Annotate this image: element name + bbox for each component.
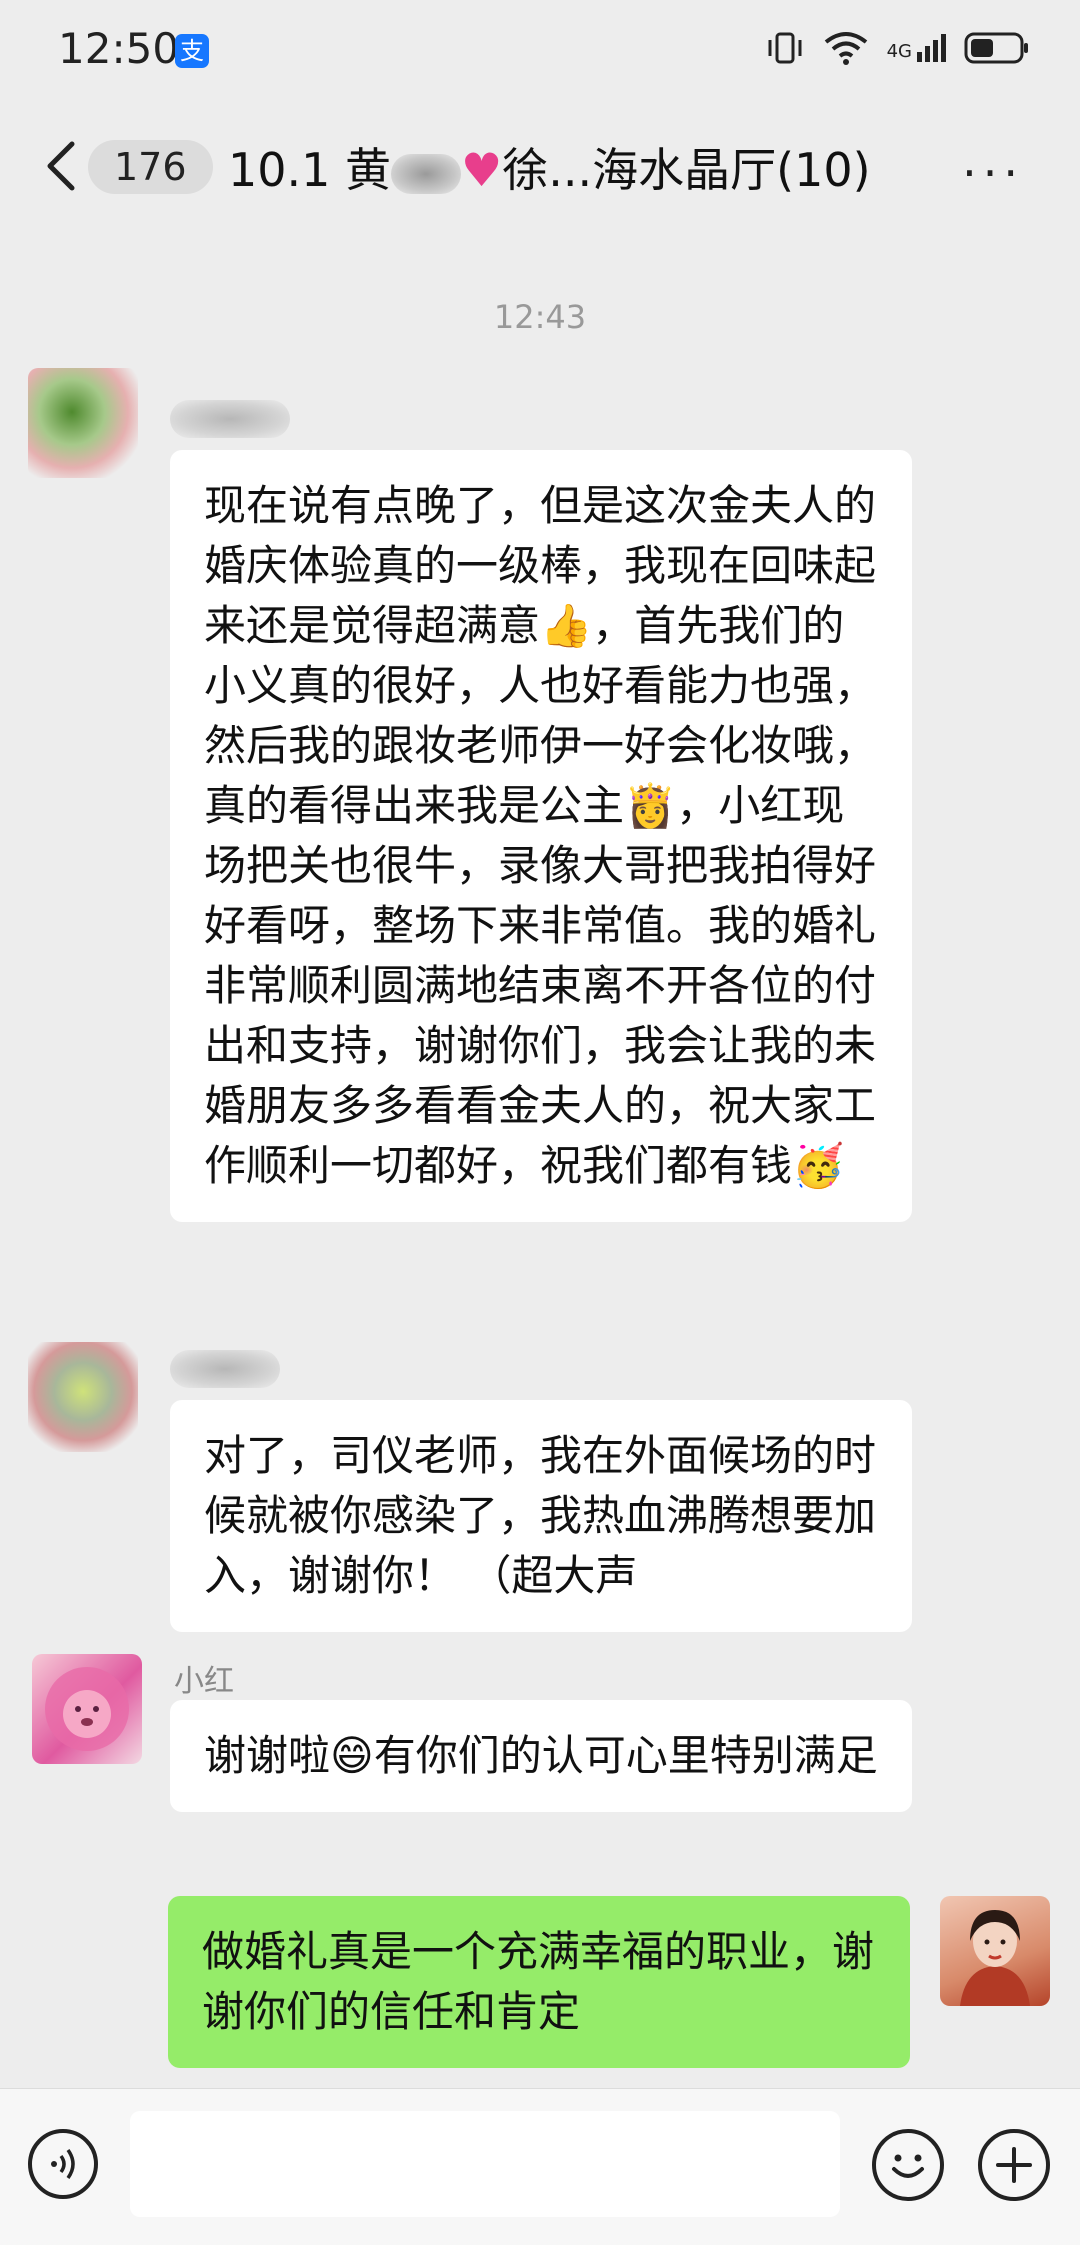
emoji-icon[interactable] — [872, 2129, 944, 2201]
avatar[interactable] — [32, 1654, 142, 1764]
wifi-icon — [824, 32, 867, 65]
input-bar — [0, 2088, 1080, 2245]
pink-heart-icon: ♥ — [461, 143, 503, 197]
my-avatar[interactable] — [940, 1896, 1050, 2006]
status-icons: 4G — [765, 28, 1030, 68]
message-bubble: 现在说有点晚了，但是这次金夫人的婚庆体验真的一级棒，我现在回味起来还是觉得超满意… — [170, 450, 912, 1222]
sender-name: 小红 — [174, 1664, 234, 1699]
plus-icon[interactable] — [978, 2129, 1050, 2201]
unread-count-badge[interactable]: 176 — [88, 140, 213, 194]
chat-title: 10.1 黄 ♥徐...海水晶厅(10) — [228, 134, 871, 200]
message-input[interactable] — [130, 2111, 840, 2217]
status-bar: 12:50 支 4G — [0, 0, 1080, 100]
voice-icon[interactable] — [28, 2129, 98, 2199]
lion-icon — [45, 1667, 129, 1751]
more-options-icon[interactable]: ··· — [962, 146, 1024, 200]
status-time: 12:50 — [58, 24, 180, 73]
message-bubble: 谢谢啦😄有你们的认可心里特别满足 — [170, 1700, 912, 1812]
chat-title-suffix: 徐...海水晶厅(10) — [502, 143, 871, 197]
avatar[interactable] — [28, 368, 138, 478]
message-bubble: 对了，司仪老师，我在外面候场的时候就被你感染了，我热血沸腾想要加入，谢谢你！ （… — [170, 1400, 912, 1632]
blurred-sender-name — [170, 400, 290, 438]
network-type-label: 4G — [886, 41, 912, 62]
avatar[interactable] — [28, 1342, 138, 1452]
my-message-bubble: 做婚礼真是一个充满幸福的职业，谢谢你们的信任和肯定 — [168, 1896, 910, 2068]
chat-title-prefix: 10.1 黄 — [228, 143, 392, 197]
blurred-sender-name — [170, 1350, 280, 1388]
alipay-icon: 支 — [175, 34, 209, 68]
blurred-name — [391, 153, 462, 194]
battery-icon — [964, 32, 1028, 64]
signal-icon: 4G — [887, 34, 946, 62]
back-arrow-icon[interactable] — [40, 138, 90, 194]
vibrate-icon — [768, 32, 802, 64]
chat-header: 176 10.1 黄 ♥徐...海水晶厅(10) ··· — [0, 110, 1080, 220]
message-timestamp: 12:43 — [493, 298, 587, 336]
woman-portrait-icon — [960, 1910, 1030, 2006]
